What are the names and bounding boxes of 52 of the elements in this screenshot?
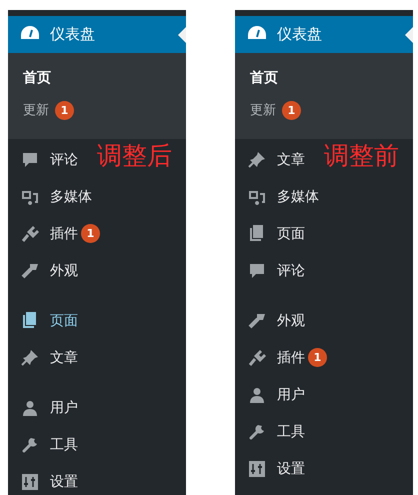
menu-item[interactable]: 页面 bbox=[50, 312, 78, 330]
camera-note-icon bbox=[21, 188, 39, 204]
menu-item[interactable]: 用户 bbox=[50, 398, 78, 416]
submenu-item[interactable]: 更新 bbox=[250, 101, 276, 119]
annotation-text: 调整后 bbox=[97, 140, 172, 172]
menu-item[interactable]: 工具 bbox=[50, 436, 78, 454]
submenu-item[interactable]: 首页 bbox=[250, 69, 278, 87]
menu-item[interactable]: 文章 bbox=[50, 348, 78, 366]
menu-item[interactable]: 多媒体 bbox=[50, 188, 92, 206]
sliders-icon bbox=[22, 474, 38, 490]
gauge-icon bbox=[247, 24, 267, 40]
menu-item[interactable]: 多媒体 bbox=[277, 188, 319, 206]
count-badge: 1 bbox=[81, 224, 100, 243]
speech-bubble-icon bbox=[22, 152, 38, 168]
annotation-text: 调整前 bbox=[324, 140, 399, 172]
submenu-item[interactable]: 更新 bbox=[23, 101, 49, 119]
count-badge: 1 bbox=[282, 100, 301, 120]
menu-item[interactable]: 外观 bbox=[50, 262, 78, 280]
wrench-icon bbox=[22, 436, 38, 453]
menu-item[interactable]: 评论 bbox=[50, 150, 78, 168]
plug-icon bbox=[248, 350, 266, 366]
submenu-item[interactable]: 首页 bbox=[23, 69, 51, 87]
current-pointer-icon bbox=[405, 27, 413, 43]
plug-icon bbox=[21, 226, 39, 242]
menu-item[interactable]: 设置 bbox=[277, 460, 305, 478]
paintbrush-icon bbox=[21, 262, 39, 278]
paintbrush-icon bbox=[248, 312, 266, 328]
gauge-icon bbox=[20, 24, 40, 40]
menu-header-label[interactable]: 仪表盘 bbox=[277, 25, 322, 44]
speech-bubble-icon bbox=[249, 262, 265, 278]
menu-item[interactable]: 页面 bbox=[277, 224, 305, 242]
menu-item[interactable]: 工具 bbox=[277, 422, 305, 440]
menu-item[interactable]: 插件 bbox=[277, 348, 305, 366]
count-badge: 1 bbox=[308, 348, 327, 367]
person-icon bbox=[22, 400, 38, 416]
menu-item[interactable]: 外观 bbox=[277, 312, 305, 330]
pushpin-icon bbox=[248, 152, 266, 168]
menu-item[interactable]: 文章 bbox=[277, 150, 305, 168]
pushpin-icon bbox=[21, 350, 39, 366]
count-badge: 1 bbox=[55, 100, 74, 120]
wrench-icon bbox=[248, 423, 266, 440]
menu-item[interactable]: 设置 bbox=[50, 472, 78, 490]
pages-icon bbox=[22, 312, 38, 329]
sliders-icon bbox=[249, 460, 265, 476]
pages-icon bbox=[249, 225, 265, 242]
menu-item[interactable]: 插件 bbox=[50, 224, 78, 242]
menu-item[interactable]: 用户 bbox=[277, 386, 305, 404]
current-pointer-icon bbox=[178, 27, 186, 43]
camera-note-icon bbox=[248, 188, 266, 204]
menu-header-label[interactable]: 仪表盘 bbox=[50, 25, 95, 44]
person-icon bbox=[249, 386, 265, 402]
menu-item[interactable]: 评论 bbox=[277, 262, 305, 280]
